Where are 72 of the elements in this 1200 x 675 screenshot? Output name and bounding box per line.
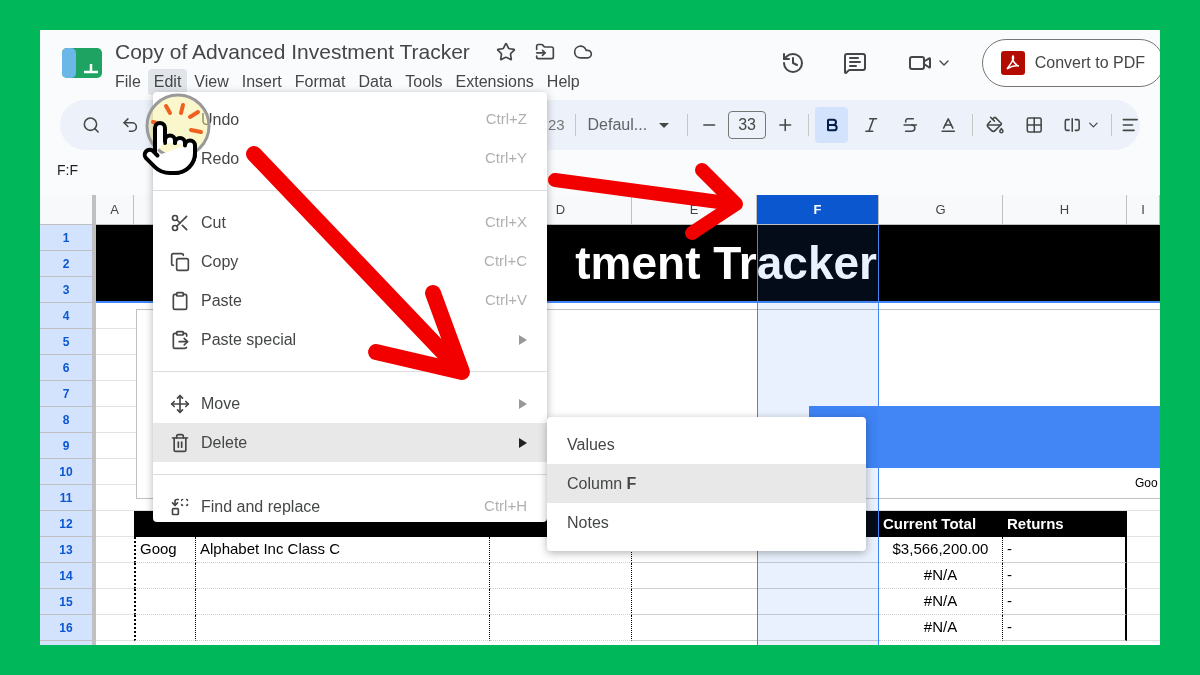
table-cell: Alphabet Inc Class C xyxy=(196,537,490,563)
row-header[interactable]: 10 xyxy=(40,459,96,485)
table-cell: #N/A xyxy=(879,589,1003,615)
menu-bar-item[interactable]: Edit xyxy=(147,68,188,95)
menu-item[interactable]: Copy Ctrl+C xyxy=(153,242,547,281)
table-cell: - xyxy=(1003,615,1127,641)
row-header[interactable]: 15 xyxy=(40,589,96,615)
menu-item-label: Move xyxy=(201,393,241,414)
table-cell: Goog xyxy=(134,537,196,563)
column-heading: Current Total xyxy=(879,511,1003,537)
column-header[interactable]: I xyxy=(1127,195,1160,224)
row-header[interactable]: 1 xyxy=(40,225,96,251)
menu-item[interactable]: Paste Ctrl+V xyxy=(153,281,547,320)
row-header[interactable]: 6 xyxy=(40,355,96,381)
shortcut-label: Ctrl+V xyxy=(484,290,527,311)
menu-item-label: Delete xyxy=(201,432,248,453)
menu-item-label: Paste special xyxy=(201,329,297,350)
shortcut-label: Ctrl+H xyxy=(484,496,527,517)
menu-item[interactable]: Find and replace Ctrl+H xyxy=(153,487,547,526)
column-header[interactable]: G xyxy=(879,195,1003,224)
menu-item-label: Copy xyxy=(201,251,239,272)
menu-bar-item[interactable]: Tools xyxy=(399,68,449,95)
convert-to-pdf-button[interactable]: Convert to PDF xyxy=(981,39,1160,87)
menu-bar-item[interactable]: File xyxy=(109,68,147,95)
shortcut-label: Ctrl+C xyxy=(484,251,527,272)
row-header[interactable]: 9 xyxy=(40,433,96,459)
table-cell: - xyxy=(1003,563,1127,589)
menu-item-label: Undo xyxy=(201,109,240,130)
menu-bar-item[interactable]: Extensions xyxy=(449,68,540,95)
table-cell: #N/A xyxy=(879,615,1003,641)
menu-bar-item[interactable]: View xyxy=(188,68,235,95)
menu-item-label: Cut xyxy=(201,212,226,233)
menu-bar-item[interactable]: Help xyxy=(540,68,586,95)
menu-bar-item[interactable]: Data xyxy=(352,68,399,95)
table-cell: - xyxy=(1003,537,1127,563)
submenu-item[interactable]: Column F xyxy=(547,464,866,503)
menu-item[interactable]: Delete xyxy=(153,423,547,462)
font-size-field[interactable]: 33 xyxy=(728,111,766,139)
menu-item[interactable]: Paste special xyxy=(153,320,547,359)
table-cell: $3,566,200.00 xyxy=(879,537,1003,563)
row-header[interactable]: 5 xyxy=(40,329,96,355)
table-cell: - xyxy=(1003,589,1127,615)
menu-bar-item[interactable]: Format xyxy=(288,68,352,95)
table-cell: #N/A xyxy=(879,563,1003,589)
row-header[interactable]: 14 xyxy=(40,563,96,589)
menu-item[interactable]: Move xyxy=(153,384,547,423)
menu-bar-item[interactable]: Insert xyxy=(235,68,288,95)
number-format-button[interactable]: 23 xyxy=(547,113,565,137)
document-title[interactable]: Copy of Advanced Investment Tracker xyxy=(115,36,470,68)
row-header[interactable]: 3 xyxy=(40,277,96,303)
row-header[interactable]: 16 xyxy=(40,615,96,641)
column-heading: Returns xyxy=(1003,511,1127,537)
row-header[interactable]: 12 xyxy=(40,511,96,537)
row-header[interactable]: 11 xyxy=(40,485,96,511)
row-header[interactable]: 4 xyxy=(40,303,96,329)
column-header[interactable]: H xyxy=(1003,195,1127,224)
menu-item-label: Paste xyxy=(201,290,242,311)
shortcut-label: Ctrl+Z xyxy=(485,109,527,130)
row-header[interactable]: 13 xyxy=(40,537,96,563)
column-header[interactable]: F xyxy=(757,195,879,224)
row-header[interactable]: 2 xyxy=(40,251,96,277)
menu-item-label: Redo xyxy=(201,148,240,169)
submenu-item[interactable]: Notes xyxy=(547,503,866,542)
chart-label: Goo xyxy=(1135,475,1158,492)
column-header[interactable]: A xyxy=(96,195,134,224)
row-header[interactable]: 8 xyxy=(40,407,96,433)
menu-item-label: Find and replace xyxy=(201,496,321,517)
font-select[interactable]: Defaul... xyxy=(587,113,670,137)
submenu-item[interactable]: Values xyxy=(547,425,866,464)
shortcut-label: Ctrl+Y xyxy=(484,148,527,169)
row-header[interactable]: 7 xyxy=(40,381,96,407)
name-box[interactable]: F:F xyxy=(57,159,78,181)
